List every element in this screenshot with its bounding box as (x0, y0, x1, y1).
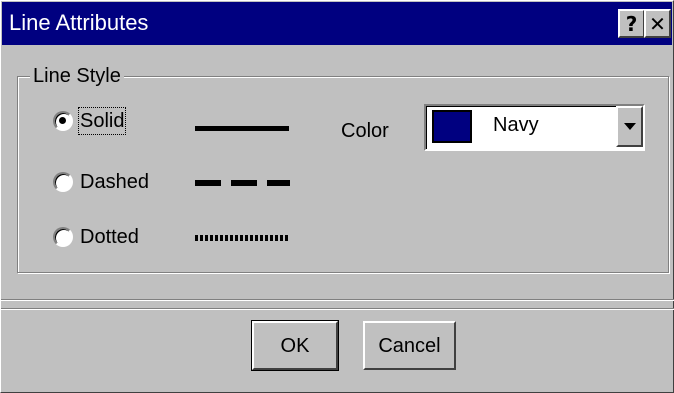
color-swatch (432, 110, 472, 143)
radio-dashed[interactable]: Dashed (53, 168, 149, 196)
dashed-line-sample (195, 178, 291, 188)
close-button[interactable]: ✕ (644, 9, 671, 38)
color-select[interactable]: Navy (424, 104, 645, 151)
ok-button[interactable]: OK (251, 320, 339, 371)
close-icon: ✕ (649, 11, 666, 36)
window-title: Line Attributes (9, 10, 149, 35)
separator-top (1, 299, 674, 301)
dropdown-button[interactable] (616, 106, 643, 147)
color-label: Color (341, 120, 389, 142)
dialog-window: Line Attributes ? ✕ Line Style Solid Das… (0, 0, 674, 393)
dashed-line-sample-svg (195, 180, 290, 186)
radio-label-dashed: Dashed (80, 171, 149, 193)
radio-dotted[interactable]: Dotted (53, 223, 139, 251)
color-select-value: Navy (493, 114, 539, 136)
chevron-down-icon (624, 123, 636, 130)
separator-bottom (1, 308, 674, 310)
dotted-line-sample (195, 233, 291, 243)
radio-label-dotted: Dotted (80, 226, 139, 248)
question-mark-icon: ? (625, 11, 638, 36)
radio-button-unchecked[interactable] (53, 172, 73, 192)
help-button[interactable]: ? (618, 9, 645, 38)
radio-solid[interactable]: Solid (53, 107, 127, 135)
solid-line-sample-svg (195, 126, 289, 131)
radio-dot (59, 117, 66, 124)
cancel-button[interactable]: Cancel (363, 321, 456, 370)
line-style-group-label: Line Style (30, 64, 124, 88)
title-bar[interactable]: Line Attributes ? ✕ (2, 2, 672, 45)
radio-button-unchecked[interactable] (53, 227, 73, 247)
dotted-line-sample-svg (195, 235, 289, 241)
solid-line-sample (195, 124, 291, 134)
radio-label-solid: Solid (77, 107, 127, 135)
radio-button-checked[interactable] (53, 111, 73, 131)
